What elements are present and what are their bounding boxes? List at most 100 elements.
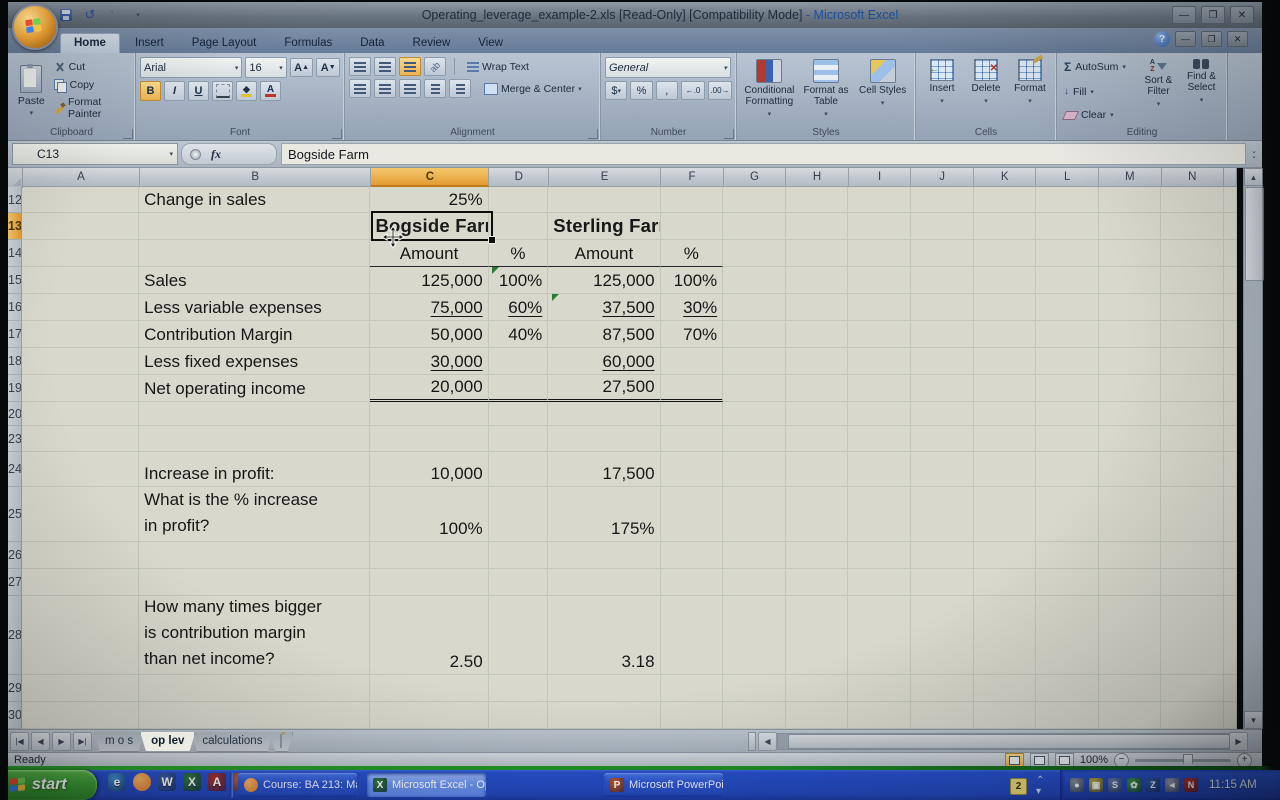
cell-A26[interactable]	[22, 542, 139, 569]
cell-A20[interactable]	[22, 402, 139, 426]
tab-formulas[interactable]: Formulas	[271, 34, 345, 53]
cell-G19[interactable]	[723, 375, 786, 402]
row-header-26[interactable]: 26	[8, 542, 22, 569]
middle-align-button[interactable]	[374, 57, 396, 76]
cell-H17[interactable]	[786, 321, 849, 348]
cell-B24[interactable]: Increase in profit:	[139, 452, 370, 487]
tab-data[interactable]: Data	[347, 34, 397, 53]
cell-H13[interactable]	[786, 213, 849, 240]
cell-I17[interactable]	[848, 321, 911, 348]
cell-D30[interactable]	[489, 702, 549, 729]
cell-F27[interactable]	[661, 569, 724, 596]
cell-I20[interactable]	[848, 402, 911, 426]
vertical-scrollbar[interactable]: ▲ ▼	[1243, 168, 1263, 729]
cell-H26[interactable]	[786, 542, 849, 569]
column-header-I[interactable]: I	[849, 168, 912, 187]
restore-button[interactable]: ❐	[1201, 6, 1225, 24]
cell-M18[interactable]	[1099, 348, 1162, 375]
cell-B28[interactable]: How many times bigger is contribution ma…	[139, 596, 370, 675]
cell-F17[interactable]: 70%	[661, 321, 724, 348]
cell-J23[interactable]	[911, 426, 974, 452]
cell-E12[interactable]	[548, 187, 660, 213]
cell-E24[interactable]: 17,500	[548, 452, 660, 487]
cell-J29[interactable]	[911, 675, 974, 702]
cell-E26[interactable]	[548, 542, 660, 569]
cell-B19[interactable]: Net operating income	[139, 375, 370, 402]
cell-G16[interactable]	[723, 294, 786, 321]
cell-B30[interactable]	[139, 702, 370, 729]
cell-J25[interactable]	[911, 487, 974, 542]
tab-view[interactable]: View	[465, 34, 516, 53]
cell-A13[interactable]	[22, 213, 139, 240]
cell-G28[interactable]	[723, 596, 786, 675]
cell-M30[interactable]	[1099, 702, 1162, 729]
cell-F23[interactable]	[661, 426, 724, 452]
cell-D14[interactable]: %	[489, 240, 549, 267]
zoom-level[interactable]: 100%	[1080, 754, 1108, 766]
cell-L26[interactable]	[1036, 542, 1099, 569]
cell-K15[interactable]	[974, 267, 1037, 294]
cell-C26[interactable]	[370, 542, 488, 569]
sheet-tab-op-lev[interactable]: op lev	[140, 732, 195, 752]
formula-input[interactable]: Bogside Farm	[281, 143, 1246, 165]
cell-N25[interactable]	[1161, 487, 1224, 542]
column-header-D[interactable]: D	[489, 168, 549, 187]
cell-E19[interactable]: 27,500	[548, 375, 660, 402]
cell-H24[interactable]	[786, 452, 849, 487]
word-icon[interactable]: W	[158, 773, 176, 791]
cell-D28[interactable]	[489, 596, 549, 675]
excel-icon[interactable]: X	[183, 773, 201, 791]
column-header-M[interactable]: M	[1099, 168, 1162, 187]
cell-N19[interactable]	[1161, 375, 1224, 402]
cell-J26[interactable]	[911, 542, 974, 569]
cell-G14[interactable]	[723, 240, 786, 267]
cell-A24[interactable]	[22, 452, 139, 487]
font-color-button[interactable]: A	[260, 81, 281, 101]
cell-B27[interactable]	[139, 569, 370, 596]
cell-H19[interactable]	[786, 375, 849, 402]
cell-A18[interactable]	[22, 348, 139, 375]
cell-I18[interactable]	[848, 348, 911, 375]
cell-N18[interactable]	[1161, 348, 1224, 375]
cell-I12[interactable]	[848, 187, 911, 213]
cell-H28[interactable]	[786, 596, 849, 675]
cell-J18[interactable]	[911, 348, 974, 375]
page-layout-view-button[interactable]	[1030, 753, 1049, 767]
cell-I29[interactable]	[848, 675, 911, 702]
column-header-J[interactable]: J	[911, 168, 974, 187]
cell-K19[interactable]	[974, 375, 1037, 402]
select-all-corner[interactable]	[8, 168, 23, 188]
cell-L12[interactable]	[1036, 187, 1099, 213]
font-size-combo[interactable]: 16▾	[245, 57, 286, 78]
row-header-28[interactable]: 28	[8, 596, 22, 675]
cell-K25[interactable]	[974, 487, 1037, 542]
cell-E15[interactable]: 125,000	[548, 267, 660, 294]
cell-H23[interactable]	[786, 426, 849, 452]
cell-L16[interactable]	[1036, 294, 1099, 321]
cell-A14[interactable]	[22, 240, 139, 267]
cell-J24[interactable]	[911, 452, 974, 487]
name-box[interactable]: C13 ▾	[12, 143, 178, 165]
horizontal-scrollbar[interactable]: ◀ ▶	[748, 733, 1248, 750]
find-select-button[interactable]: Find & Select▾	[1180, 57, 1223, 124]
cell-E27[interactable]	[548, 569, 660, 596]
wrap-text-button[interactable]: Wrap Text	[463, 60, 533, 74]
cell-K13[interactable]	[974, 213, 1037, 240]
cell-N16[interactable]	[1161, 294, 1224, 321]
first-sheet-button[interactable]: |◀	[10, 732, 29, 751]
row-header-14[interactable]: 14	[8, 240, 22, 267]
workbook-close-button[interactable]: ✕	[1227, 31, 1248, 47]
insert-function-button[interactable]: fx	[211, 147, 221, 162]
row-header-30[interactable]: 30	[8, 702, 22, 729]
cell-L20[interactable]	[1036, 402, 1099, 426]
zone-icon[interactable]: Z	[1146, 778, 1160, 792]
cell-G17[interactable]	[723, 321, 786, 348]
cell-K30[interactable]	[974, 702, 1037, 729]
cell-J13[interactable]	[911, 213, 974, 240]
cell-A28[interactable]	[22, 596, 139, 675]
cell-J14[interactable]	[911, 240, 974, 267]
cancel-entry-icon[interactable]	[190, 149, 201, 160]
minimize-button[interactable]: —	[1172, 6, 1196, 24]
cell-J30[interactable]	[911, 702, 974, 729]
cell-E18[interactable]: 60,000	[548, 348, 660, 375]
